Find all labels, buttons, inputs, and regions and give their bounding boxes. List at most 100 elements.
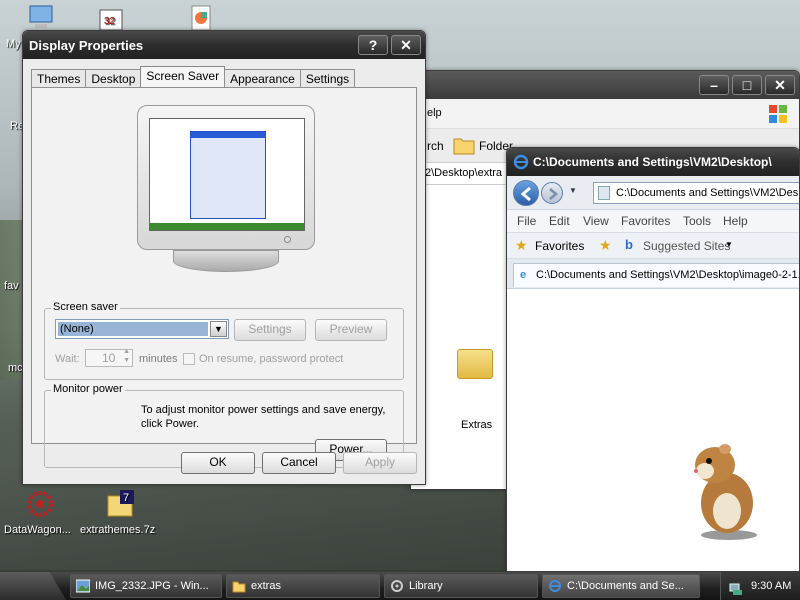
tab-desktop[interactable]: Desktop [85, 69, 142, 88]
dialog-titlebar[interactable]: Display Properties ? ✕ [23, 31, 425, 59]
task-img-viewer[interactable]: IMG_2332.JPG - Win... [70, 574, 222, 598]
screen-saver-legend: Screen saver [51, 301, 120, 313]
favorites-button[interactable]: Favorites [535, 239, 584, 253]
chevron-down-icon[interactable]: ▼ [725, 240, 733, 249]
explorer-menubar: elp [411, 99, 799, 129]
maximize-button[interactable]: □ [732, 75, 762, 95]
minutes-label: minutes [139, 353, 178, 365]
task-library[interactable]: Library [384, 574, 538, 598]
network-icon[interactable] [729, 579, 743, 595]
menu-item-help[interactable]: elp [427, 107, 442, 119]
password-protect-checkbox[interactable] [183, 353, 195, 365]
spin-down-icon[interactable]: ▼ [123, 357, 130, 364]
ie-icon [513, 154, 529, 170]
folder-icon[interactable] [457, 349, 493, 379]
desktop-icon-label: extrathemes.7z [80, 524, 156, 536]
desktop-icon-datawagon[interactable]: DataWagon... [0, 488, 80, 536]
close-button[interactable]: ✕ [391, 35, 421, 55]
page-icon [598, 186, 610, 200]
display-properties-dialog[interactable]: Display Properties ? ✕ Themes Desktop Sc… [22, 30, 426, 485]
monitor-power-legend: Monitor power [51, 383, 125, 395]
task-ie[interactable]: C:\Documents and Se... [542, 574, 700, 598]
apply-button[interactable]: Apply [343, 452, 417, 474]
task-extras[interactable]: extras [226, 574, 380, 598]
menu-item-favorites[interactable]: Favorites [621, 214, 670, 228]
tab-themes[interactable]: Themes [31, 69, 87, 88]
ie-tab-icon: e [520, 269, 527, 281]
dialog-title: Display Properties [29, 37, 144, 53]
spin-up-icon[interactable]: ▲ [123, 348, 130, 355]
menu-item-file[interactable]: File [517, 214, 536, 228]
password-protect-label: On resume, password protect [199, 353, 344, 365]
help-button[interactable]: ? [358, 35, 388, 55]
preview-taskbar [150, 223, 304, 230]
folder-icon [232, 579, 246, 593]
ie-titlebar[interactable]: C:\Documents and Settings\VM2\Desktop\ [507, 148, 799, 176]
svg-text:7: 7 [123, 492, 129, 504]
suggested-sites-icon: b [625, 237, 633, 252]
task-label: Library [409, 580, 443, 592]
desktop-icon-label: mc [8, 362, 23, 374]
ie-menubar: File Edit View Favorites Tools Help [507, 210, 799, 232]
desktop-icon-extrathemes[interactable]: 7 extrathemes.7z [80, 488, 160, 536]
ie-tab-label: C:\Documents and Settings\VM2\Desktop\im… [536, 269, 800, 281]
forward-button[interactable] [541, 182, 563, 204]
monitor-screen [149, 118, 305, 231]
preview-button[interactable]: Preview [315, 319, 387, 341]
tab-screen-saver[interactable]: Screen Saver [140, 66, 226, 88]
monitor-bezel [137, 105, 315, 250]
chevron-down-icon[interactable]: ▼ [569, 186, 577, 195]
taskbar: IMG_2332.JPG - Win... extras Library C:\… [0, 572, 800, 600]
clock[interactable]: 9:30 AM [751, 580, 791, 592]
explorer-titlebar[interactable]: – □ ✕ [411, 71, 799, 99]
tab-appearance[interactable]: Appearance [224, 69, 301, 88]
folders-icon[interactable] [453, 135, 475, 155]
menu-item-edit[interactable]: Edit [549, 214, 570, 228]
monitor-preview [137, 105, 315, 290]
screen-saver-select[interactable]: (None) ▼ [55, 319, 229, 339]
ok-button[interactable]: OK [181, 452, 255, 474]
ie-icon [548, 579, 562, 593]
archive-icon: 7 [104, 488, 136, 520]
minimize-button[interactable]: – [699, 75, 729, 95]
add-favorite-icon[interactable]: ★ [599, 237, 612, 254]
screen-saver-panel: Screen saver (None) ▼ Settings Preview W… [31, 87, 417, 468]
task-label: extras [251, 580, 281, 592]
menu-item-tools[interactable]: Tools [683, 214, 711, 228]
desktop-icon-label: fav [4, 280, 19, 292]
ie-address-text: C:\Documents and Settings\VM2\Desktop [616, 187, 800, 199]
folder-label-extras[interactable]: Extras [461, 419, 492, 431]
svg-text:32: 32 [104, 16, 116, 27]
monitor-stand [173, 250, 279, 272]
cancel-button[interactable]: Cancel [262, 452, 336, 474]
settings-button[interactable]: Settings [234, 319, 306, 341]
suggested-sites-button[interactable]: Suggested Sites [643, 239, 730, 253]
ie-window[interactable]: C:\Documents and Settings\VM2\Desktop\ ▼… [506, 147, 800, 572]
preview-window [190, 131, 266, 219]
hamster-image [687, 441, 761, 541]
ie-title: C:\Documents and Settings\VM2\Desktop\ [533, 155, 772, 169]
back-button[interactable] [513, 180, 539, 206]
tab-settings[interactable]: Settings [299, 69, 356, 88]
gear-icon [24, 488, 56, 520]
image-icon [75, 579, 91, 593]
tab-strip: Themes Desktop Screen Saver Appearance S… [31, 66, 356, 88]
menu-item-view[interactable]: View [583, 214, 609, 228]
ie-favorites-bar: ★ Favorites ★ b Suggested Sites ▼ [507, 232, 799, 259]
menu-item-help[interactable]: Help [723, 214, 748, 228]
ie-content-area[interactable] [507, 291, 799, 571]
desktop-icon-label: My [6, 38, 21, 50]
system-tray: 9:30 AM [720, 572, 800, 600]
address-text: 2\Desktop\extra [425, 167, 503, 179]
task-label: C:\Documents and Se... [567, 580, 684, 592]
ie-address-bar[interactable]: C:\Documents and Settings\VM2\Desktop [593, 182, 800, 204]
wait-spinner[interactable]: 10 ▲ ▼ [85, 348, 133, 367]
ie-tab[interactable]: e C:\Documents and Settings\VM2\Desktop\… [513, 263, 800, 287]
chevron-down-icon[interactable]: ▼ [210, 321, 227, 337]
star-icon: ★ [515, 237, 528, 253]
search-button-label[interactable]: rch [427, 139, 444, 153]
start-button[interactable] [0, 572, 66, 600]
monitor-power-description: To adjust monitor power settings and sav… [141, 404, 386, 430]
close-button[interactable]: ✕ [765, 75, 795, 95]
ie-tab-bar: e C:\Documents and Settings\VM2\Desktop\… [507, 259, 799, 289]
